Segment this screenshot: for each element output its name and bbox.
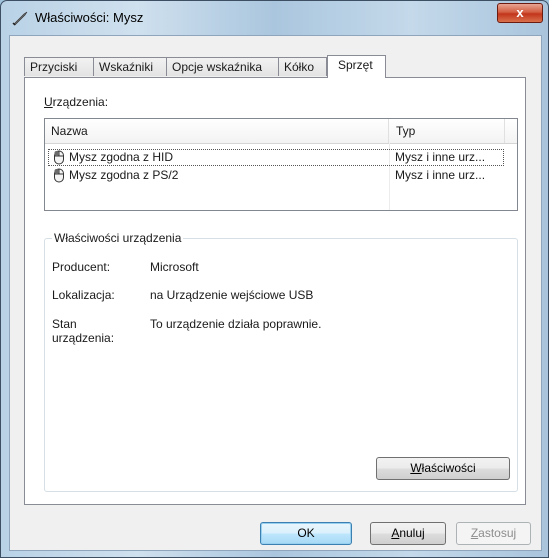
mouse-cursor-icon	[12, 11, 28, 26]
tab-label: Sprzęt	[338, 58, 373, 72]
tab-label: Wskaźniki	[99, 60, 154, 74]
apply-button[interactable]: Zastosuj	[456, 522, 531, 545]
column-separator[interactable]	[388, 119, 389, 143]
close-button[interactable]: x	[497, 3, 543, 23]
devices-label: Urządzenia:	[44, 95, 109, 109]
column-type-header[interactable]: Typ	[390, 119, 504, 143]
tab-wheel[interactable]: Kółko	[278, 57, 327, 76]
group-title: Właściwości urządzenia	[52, 231, 184, 245]
cancel-button[interactable]: Anuluj	[370, 522, 446, 545]
device-type: Mysz i inne urz...	[395, 168, 486, 182]
ok-button[interactable]: OK	[260, 522, 352, 545]
manufacturer-label: Producent:	[52, 260, 111, 274]
location-value: na Urządzenie wejściowe USB	[150, 288, 314, 302]
tab-buttons[interactable]: Przyciski	[24, 57, 94, 76]
status-value: To urządzenie działa poprawnie.	[150, 317, 322, 331]
column-name-header[interactable]: Nazwa	[45, 119, 388, 143]
device-name: Mysz zgodna z PS/2	[69, 168, 179, 182]
device-name: Mysz zgodna z HID	[69, 150, 174, 164]
mouse-device-icon	[54, 150, 64, 165]
location-label: Lokalizacja:	[52, 288, 115, 302]
tab-label: Przyciski	[30, 60, 78, 74]
status-label: Stan urządzenia:	[52, 317, 115, 345]
window-title: Właściwości: Mysz	[35, 10, 144, 25]
title-bar[interactable]: Właściwości: Mysz x	[1, 1, 548, 35]
column-separator[interactable]	[504, 119, 505, 143]
mouse-device-icon	[54, 168, 64, 183]
manufacturer-value: Microsoft	[150, 260, 199, 274]
tab-pointer-options[interactable]: Opcje wskaźnika	[166, 57, 279, 76]
device-properties-group	[44, 238, 518, 492]
tab-hardware[interactable]: Sprzęt	[327, 55, 386, 78]
tab-label: Kółko	[284, 60, 315, 74]
list-item-hid-mouse[interactable]: Mysz zgodna z HID Mysz i inne urz...	[48, 149, 504, 166]
device-type: Mysz i inne urz...	[395, 150, 486, 164]
close-icon: x	[516, 5, 524, 20]
tab-pointers[interactable]: Wskaźniki	[93, 57, 167, 76]
devices-list[interactable]: Nazwa Typ Mysz zgodna z HID Mysz i inne …	[44, 118, 518, 211]
list-header: Nazwa Typ	[45, 119, 517, 144]
device-properties-button[interactable]: Właściwości	[376, 457, 510, 480]
list-item-ps2-mouse[interactable]: Mysz zgodna z PS/2 Mysz i inne urz...	[45, 167, 517, 184]
tab-label: Opcje wskaźnika	[172, 60, 263, 74]
